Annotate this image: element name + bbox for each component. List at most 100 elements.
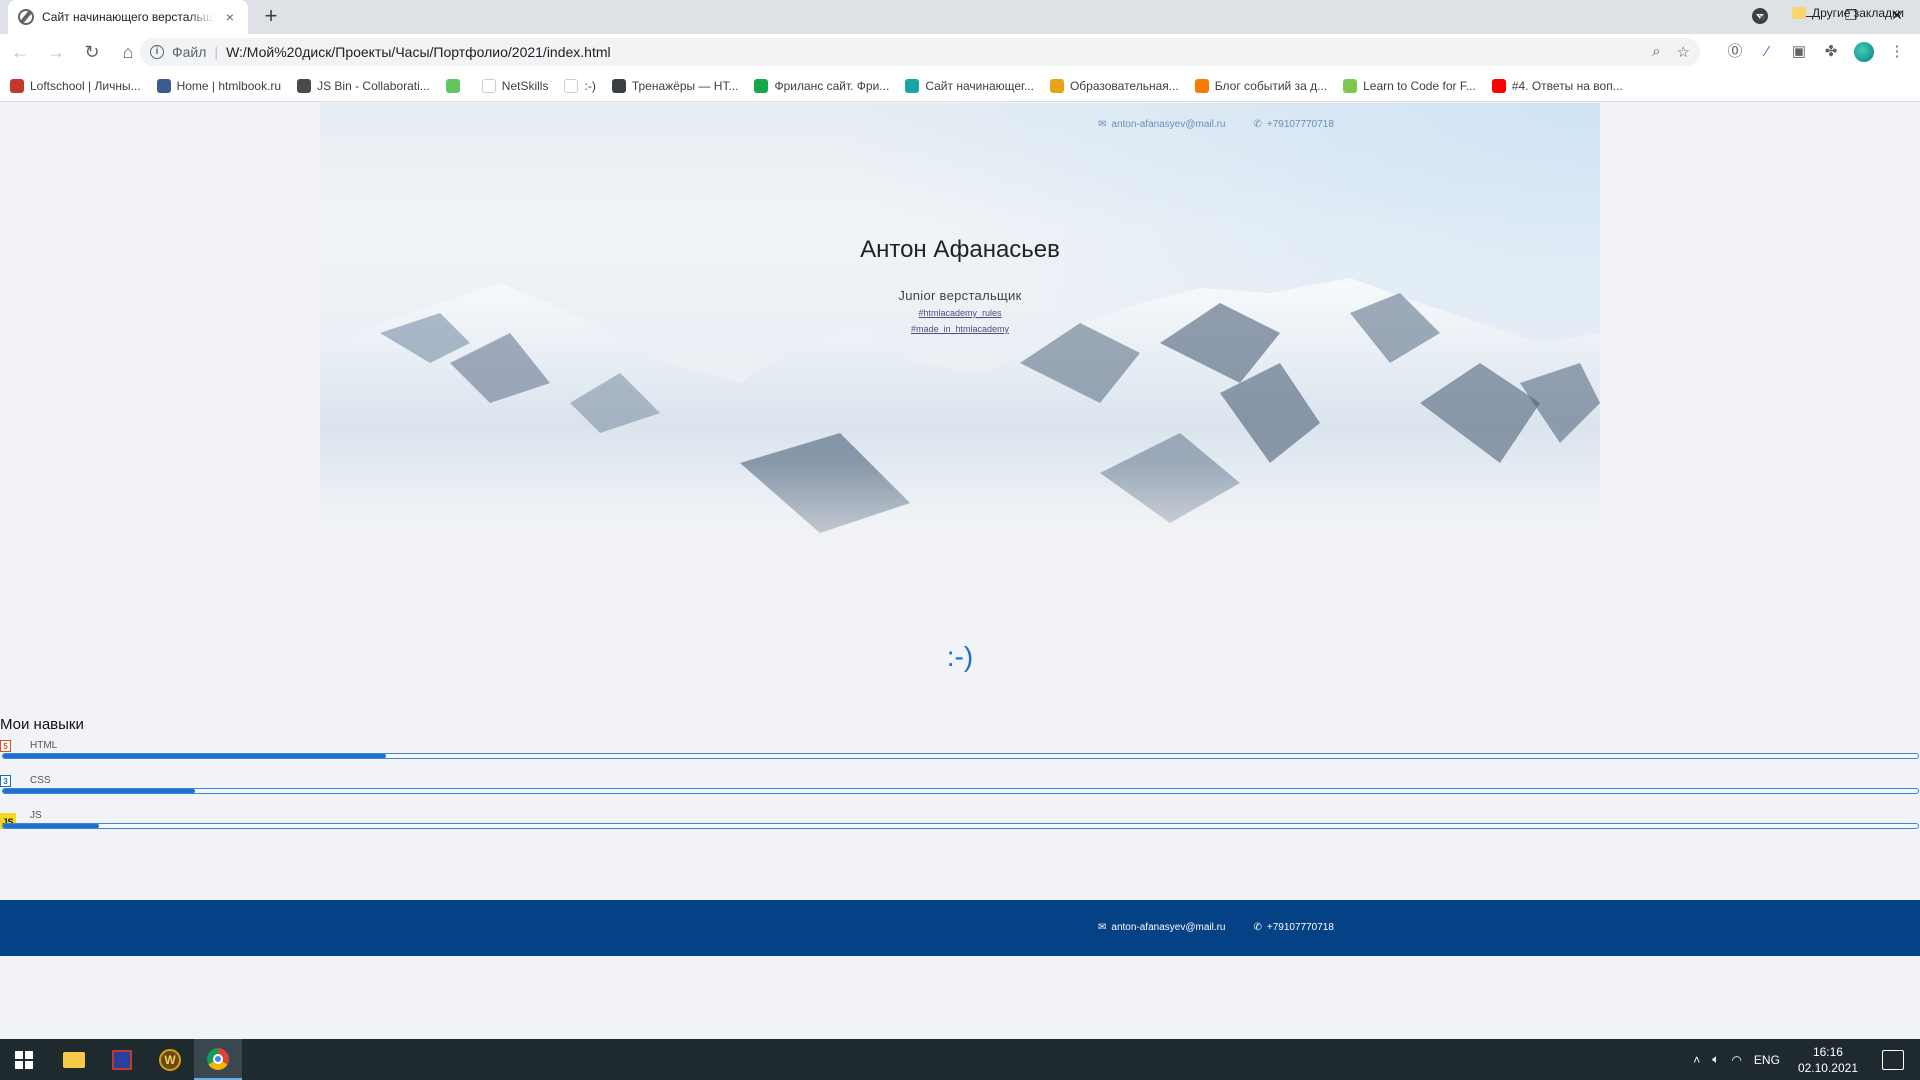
browser-toolbar: ← → ↻ ⌂ i Файл | W:/Мой%20диск/Проекты/Ч… (0, 34, 1920, 70)
clock[interactable]: 16:16 02.10.2021 (1798, 1044, 1858, 1076)
bookmark-label: Learn to Code for F... (1363, 78, 1476, 93)
bookmark-favicon-icon (481, 78, 496, 93)
volume-icon[interactable]: 🔈︎ (1712, 1052, 1719, 1067)
network-icon[interactable]: ◠ (1731, 1053, 1741, 1067)
taskbar-chrome[interactable] (194, 1039, 242, 1080)
skill-progress-fill (3, 789, 195, 793)
bookmark-item[interactable]: Home | htmlbook.ru (156, 78, 281, 93)
footer-phone-link[interactable]: ✆ +79107770718 (1254, 922, 1334, 933)
bookmark-item[interactable]: :-) (564, 78, 596, 93)
clock-date: 02.10.2021 (1797, 1060, 1858, 1075)
pen-extension-icon[interactable]: ⁄ (1758, 43, 1776, 61)
tab-strip: Сайт начинающего верстальщ... × + — ❐ ✕ (0, 0, 1920, 34)
taskbar-file-explorer[interactable] (50, 1039, 98, 1080)
page-viewport: ✉ anton-afanasyev@mail.ru ✆ +79107770718… (0, 103, 1920, 1039)
hero-contacts: ✉ anton-afanasyev@mail.ru ✆ +79107770718 (1098, 119, 1334, 130)
floppy-app-icon (112, 1049, 132, 1070)
footer-email-link[interactable]: ✉ anton-afanasyev@mail.ru (1098, 922, 1226, 933)
bookmark-item[interactable]: #4. Ответы на воп... (1491, 78, 1623, 93)
bookmark-item[interactable]: NetSkills (481, 78, 548, 93)
hero-email-text: anton-afanasyev@mail.ru (1111, 119, 1226, 130)
bookmark-label: Блог событий за д... (1214, 78, 1328, 93)
notifications-icon[interactable] (1882, 1049, 1904, 1070)
url-text[interactable]: W:/Мой%20диск/Проекты/Часы/Портфолио/202… (226, 44, 611, 60)
footer-email-text: anton-afanasyev@mail.ru (1111, 922, 1226, 933)
skill-row-css: 3 CSS (0, 775, 1920, 805)
skill-label: HTML (30, 740, 58, 751)
skill-progress-fill (3, 824, 99, 828)
bookmark-item[interactable]: Тренажёры — HT... (611, 78, 739, 93)
bookmark-item[interactable]: Сайт начинающег... (905, 78, 1034, 93)
zoom-icon[interactable]: ⌕ (1652, 43, 1660, 61)
bookmark-favicon-icon (611, 78, 626, 93)
puzzle-extensions-icon[interactable]: ✤ (1822, 43, 1840, 61)
envelope-icon: ✉ (1098, 922, 1107, 933)
bookmark-label: :-) (584, 78, 596, 93)
bookmark-item[interactable]: JS Bin - Collaborati... (297, 78, 430, 93)
phone-icon: ✆ (1253, 119, 1262, 130)
folder-icon (1792, 7, 1806, 19)
game-app-icon: W (159, 1048, 181, 1071)
footer-phone-text: +79107770718 (1266, 922, 1334, 933)
address-bar[interactable]: i Файл | W:/Мой%20диск/Проекты/Часы/Порт… (140, 38, 1700, 66)
taskbar-app-wow[interactable]: W (146, 1039, 194, 1080)
bookmark-item[interactable]: Фриланс сайт. Фри... (754, 78, 889, 93)
hero-phone-text: +79107770718 (1266, 119, 1334, 130)
skills-heading: Мои навыки (0, 716, 84, 733)
windows-taskbar: W ˄ 🔈︎ ◠ ENG 16:16 02.10.2021 (0, 1039, 1920, 1080)
hashtag-link-1[interactable]: #htmlacademy_rules (320, 308, 1600, 318)
skill-progress-track (2, 753, 1919, 759)
smile-emoticon: :-) (946, 641, 974, 672)
bookmark-favicon-icon (564, 78, 579, 93)
phone-icon: ✆ (1253, 922, 1262, 933)
bookmark-item[interactable]: Образовательная... (1049, 78, 1179, 93)
skill-progress-track (2, 823, 1919, 829)
back-arrow-icon[interactable]: ← (4, 36, 36, 68)
other-bookmarks-folder[interactable]: Другие закладки (1792, 6, 1904, 20)
chrome-icon (207, 1047, 229, 1070)
bookmark-item[interactable]: Learn to Code for F... (1343, 78, 1476, 93)
hero-phone-link[interactable]: ✆ +79107770718 (1254, 119, 1334, 130)
skill-label: CSS (30, 775, 51, 786)
skill-label: JS (30, 810, 42, 821)
browser-tab[interactable]: Сайт начинающего верстальщ... × (8, 0, 248, 34)
envelope-icon: ✉ (1098, 119, 1107, 130)
bookmark-favicon-icon (754, 78, 769, 93)
profile-avatar[interactable] (1854, 42, 1874, 62)
tray-chevron-icon[interactable]: ˄ (1693, 1053, 1700, 1067)
bookmark-star-icon[interactable]: ☆ (1677, 43, 1690, 61)
bookmark-item[interactable]: Блог событий за д... (1194, 78, 1328, 93)
person-name-heading: Антон Афанасьев (860, 236, 1060, 263)
windows-logo-icon (15, 1050, 33, 1069)
system-tray: ˄ 🔈︎ ◠ ENG 16:16 02.10.2021 (1693, 1039, 1920, 1080)
bookmark-favicon-icon (1194, 78, 1209, 93)
skill-row-html: 5 HTML (0, 740, 1920, 770)
reload-icon[interactable]: ↻ (76, 36, 108, 68)
taskbar-app-floppy[interactable] (98, 1039, 146, 1080)
forward-arrow-icon[interactable]: → (40, 36, 72, 68)
language-indicator[interactable]: ENG (1754, 1053, 1780, 1067)
info-icon[interactable]: i (150, 45, 164, 59)
skill-progress-track (2, 788, 1919, 794)
bookmark-label: Тренажёры — HT... (631, 78, 739, 93)
hashtag-link-2[interactable]: #made_in_htmlacademy (320, 324, 1600, 334)
bookmark-item[interactable]: Loftschool | Личны... (10, 78, 141, 93)
bookmarks-overflow-button[interactable]: » (1758, 8, 1766, 24)
bookmark-favicon-icon (445, 78, 460, 93)
hero-email-link[interactable]: ✉ anton-afanasyev@mail.ru (1098, 119, 1226, 130)
hero-section: ✉ anton-afanasyev@mail.ru ✆ +79107770718… (320, 103, 1600, 603)
bookmark-label: Образовательная... (1069, 78, 1179, 93)
new-tab-button[interactable]: + (258, 4, 284, 30)
menu-kebab-icon[interactable]: ⋮ (1888, 43, 1906, 61)
tab-title: Сайт начинающего верстальщ... (42, 10, 214, 24)
folder-icon (63, 1051, 85, 1068)
pinterest-icon[interactable]: ⓪ (1726, 43, 1744, 61)
start-button[interactable] (0, 1039, 48, 1080)
screenshot-extension-icon[interactable]: ▣ (1790, 43, 1808, 61)
bookmark-item[interactable] (445, 78, 466, 93)
bookmark-label: Сайт начинающег... (925, 78, 1034, 93)
bookmark-favicon-icon (297, 78, 312, 93)
close-tab-icon[interactable]: × (222, 9, 238, 25)
html5-icon: 5 (0, 740, 11, 752)
page-footer: ✉ anton-afanasyev@mail.ru ✆ +79107770718 (0, 900, 1920, 956)
